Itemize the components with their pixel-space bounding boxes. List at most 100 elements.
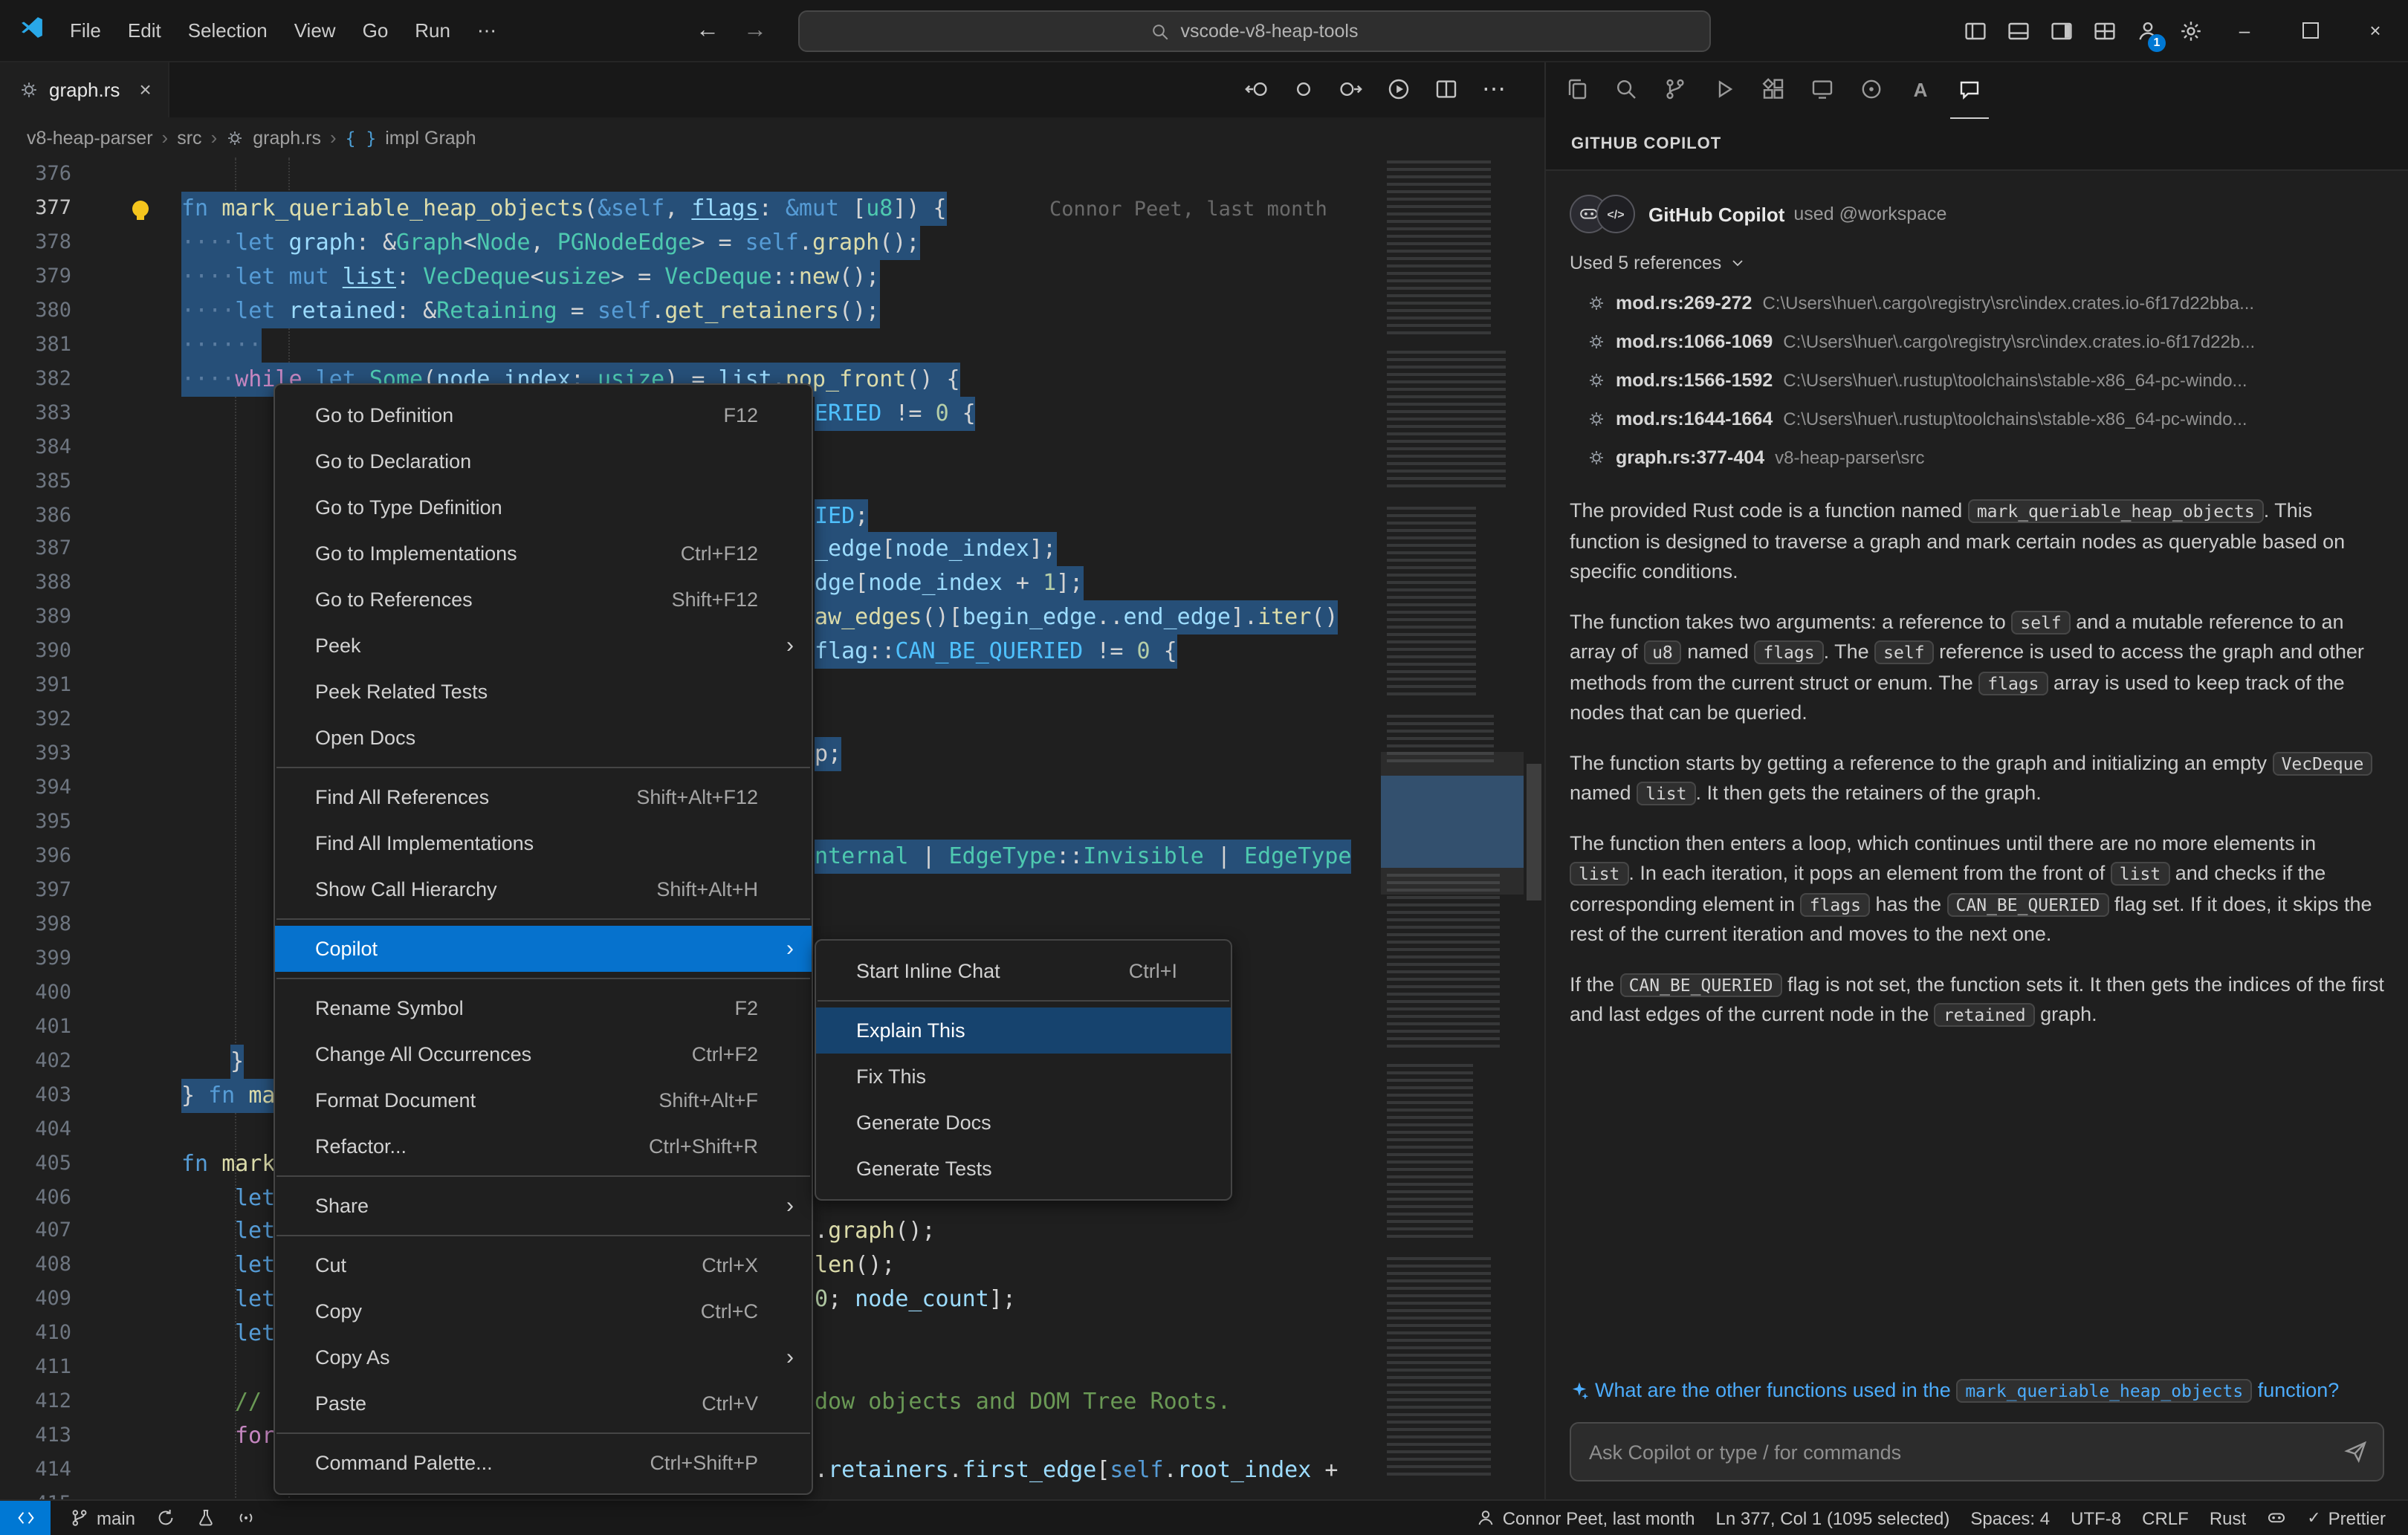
more-actions-icon[interactable]: ⋯ — [1482, 74, 1506, 104]
toggle-panel-icon[interactable] — [1996, 0, 2039, 61]
toggle-secondary-sidebar-icon[interactable] — [2039, 0, 2082, 61]
split-editor-icon[interactable] — [1434, 77, 1458, 101]
menu-file[interactable]: File — [56, 11, 114, 50]
references-toggle[interactable]: Used 5 references — [1570, 253, 2384, 273]
open-changes-icon[interactable] — [1292, 77, 1315, 101]
reference-item[interactable]: mod.rs:1644-1664C:\Users\huer\.rustup\to… — [1570, 400, 2384, 438]
breadcrumb-symbol[interactable]: impl Graph — [385, 127, 476, 148]
reference-item[interactable]: mod.rs:1566-1592C:\Users\huer\.rustup\to… — [1570, 361, 2384, 400]
line-number: 384 — [0, 430, 71, 464]
menu-item-rename-symbol[interactable]: Rename SymbolF2 — [275, 985, 812, 1031]
menu-item-go-to-type-definition[interactable]: Go to Type Definition — [275, 484, 812, 530]
menu-item-share[interactable]: Share› — [275, 1183, 812, 1229]
sync-button[interactable] — [146, 1508, 186, 1528]
tab-graph-rs[interactable]: graph.rs × — [0, 61, 169, 117]
font-icon[interactable]: A — [1901, 61, 1940, 119]
menu-item-copilot[interactable]: Copilot› — [275, 926, 812, 972]
menu-selection[interactable]: Selection — [175, 11, 281, 50]
menu-item-open-docs[interactable]: Open Docs — [275, 715, 812, 761]
previous-change-icon[interactable] — [1244, 77, 1268, 101]
reference-item[interactable]: mod.rs:269-272C:\Users\huer\.cargo\regis… — [1570, 284, 2384, 322]
menu-item-go-to-definition[interactable]: Go to DefinitionF12 — [275, 392, 812, 438]
indentation-status[interactable]: Spaces: 4 — [1960, 1508, 2060, 1528]
run-debug-icon[interactable] — [1705, 61, 1744, 119]
menu-item-go-to-implementations[interactable]: Go to ImplementationsCtrl+F12 — [275, 530, 812, 577]
navigate-back-icon[interactable]: ← — [696, 0, 719, 61]
next-change-icon[interactable] — [1339, 77, 1363, 101]
command-center[interactable]: vscode-v8-heap-tools — [798, 10, 1711, 52]
followup-suggestion[interactable]: What are the other functions used in the… — [1570, 1376, 2384, 1407]
menu-item-go-to-references[interactable]: Go to ReferencesShift+F12 — [275, 577, 812, 623]
toggle-sidebar-icon[interactable] — [1953, 0, 1996, 61]
close-button[interactable]: × — [2343, 0, 2408, 61]
account-icon[interactable]: 1 — [2126, 0, 2169, 61]
menu-item-explain-this[interactable]: Explain This — [816, 1007, 1231, 1054]
navigate-forward-icon[interactable]: → — [743, 0, 767, 61]
menu-item-paste[interactable]: PasteCtrl+V — [275, 1380, 812, 1427]
menu-item-start-inline-chat[interactable]: Start Inline ChatCtrl+I — [816, 948, 1231, 994]
blame-status[interactable]: Connor Peet, last month — [1466, 1508, 1706, 1528]
reference-item[interactable]: mod.rs:1066-1069C:\Users\huer\.cargo\reg… — [1570, 322, 2384, 361]
search-icon[interactable] — [1607, 61, 1645, 119]
menu-more[interactable]: ⋯ — [464, 11, 510, 50]
menu-run[interactable]: Run — [401, 11, 464, 50]
branch-indicator[interactable]: main — [59, 1508, 146, 1528]
tab-close-icon[interactable]: × — [139, 77, 151, 101]
reference-item[interactable]: graph.rs:377-404v8-heap-parser\src — [1570, 438, 2384, 477]
menu-item-refactor[interactable]: Refactor...Ctrl+Shift+R — [275, 1123, 812, 1169]
chat-input-box[interactable] — [1570, 1422, 2384, 1482]
menu-item-find-all-references[interactable]: Find All ReferencesShift+Alt+F12 — [275, 774, 812, 820]
breadcrumb-folder[interactable]: src — [177, 127, 201, 148]
menu-item-show-call-hierarchy[interactable]: Show Call HierarchyShift+Alt+H — [275, 866, 812, 912]
status-broadcast-button[interactable] — [226, 1508, 266, 1528]
menu-item-cut[interactable]: CutCtrl+X — [275, 1242, 812, 1288]
menu-edit[interactable]: Edit — [114, 11, 175, 50]
menu-item-find-all-implementations[interactable]: Find All Implementations — [275, 820, 812, 866]
encoding-status[interactable]: UTF-8 — [2060, 1508, 2132, 1528]
minimap-slider[interactable] — [1381, 752, 1524, 895]
code-fragment: } fn mar — [181, 1078, 289, 1112]
target-icon[interactable] — [1852, 61, 1891, 119]
menu-item-fix-this[interactable]: Fix This — [816, 1054, 1231, 1100]
minimap[interactable] — [1381, 158, 1524, 1501]
files-icon[interactable] — [1558, 61, 1596, 119]
copilot-status-icon[interactable] — [2256, 1508, 2297, 1528]
language-status[interactable]: Rust — [2199, 1508, 2256, 1528]
chat-icon[interactable] — [1950, 61, 1989, 119]
line-number: 387 — [0, 533, 71, 567]
cursor-position[interactable]: Ln 377, Col 1 (1095 selected) — [1706, 1508, 1961, 1528]
send-icon[interactable] — [2344, 1440, 2368, 1464]
menu-item-generate-tests[interactable]: Generate Tests — [816, 1146, 1231, 1192]
menu-go[interactable]: Go — [349, 11, 402, 50]
panel-tab-bar: A — [1546, 61, 2408, 119]
extensions-icon[interactable] — [1754, 61, 1793, 119]
menu-item-format-document[interactable]: Format DocumentShift+Alt+F — [275, 1077, 812, 1123]
run-icon[interactable] — [1387, 77, 1411, 101]
menu-item-peek-related-tests[interactable]: Peek Related Tests — [275, 669, 812, 715]
menu-item-peek[interactable]: Peek› — [275, 623, 812, 669]
prettier-status[interactable]: ✓ Prettier — [2297, 1508, 2396, 1528]
reference-name: mod.rs:1644-1664 — [1616, 409, 1773, 429]
breadcrumb-file[interactable]: graph.rs — [253, 127, 321, 148]
menu-item-change-all-occurrences[interactable]: Change All OccurrencesCtrl+F2 — [275, 1031, 812, 1077]
customize-layout-icon[interactable] — [2082, 0, 2126, 61]
remote-explorer-icon[interactable] — [1803, 61, 1842, 119]
menu-item-go-to-declaration[interactable]: Go to Declaration — [275, 438, 812, 484]
status-bar-right: Connor Peet, last month Ln 377, Col 1 (1… — [1466, 1508, 2408, 1528]
source-control-icon[interactable] — [1656, 61, 1695, 119]
settings-gear-icon[interactable] — [2169, 0, 2212, 61]
menu-item-generate-docs[interactable]: Generate Docs — [816, 1100, 1231, 1146]
menu-view[interactable]: View — [281, 11, 349, 50]
status-beaker-button[interactable] — [186, 1508, 226, 1528]
menu-item-copy[interactable]: CopyCtrl+C — [275, 1288, 812, 1334]
breadcrumb-folder[interactable]: v8-heap-parser — [27, 127, 153, 148]
chat-input[interactable] — [1586, 1439, 2344, 1464]
menu-item-copy-as[interactable]: Copy As› — [275, 1334, 812, 1380]
minimize-button[interactable]: – — [2212, 0, 2277, 61]
remote-indicator[interactable] — [0, 1501, 51, 1535]
eol-status[interactable]: CRLF — [2132, 1508, 2199, 1528]
vertical-scrollbar[interactable] — [1524, 158, 1544, 1501]
menu-item-command-palette[interactable]: Command Palette...Ctrl+Shift+P — [275, 1440, 812, 1486]
lightbulb-icon[interactable] — [132, 201, 149, 217]
maximize-button[interactable] — [2277, 0, 2343, 61]
